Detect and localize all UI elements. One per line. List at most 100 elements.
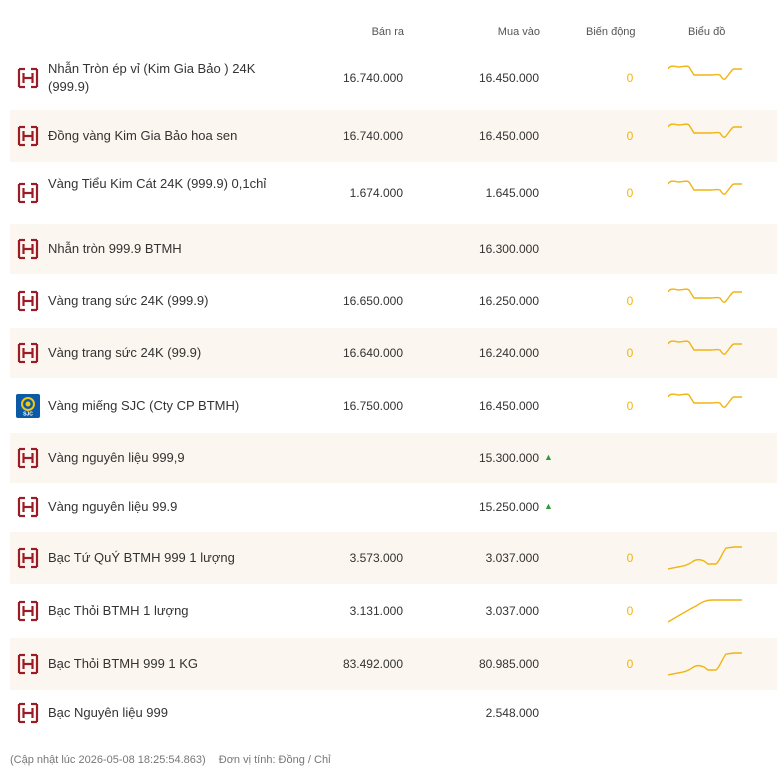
price-change: 0 (626, 399, 634, 413)
up-arrow-icon: ▲ (544, 452, 553, 462)
table-footer: (Cập nhật lúc 2026-05-08 18:25:54.863) Đ… (10, 754, 331, 766)
product-name: Bạc Thỏi BTMH 999 1 KG (48, 656, 199, 671)
updated-time: (Cập nhật lúc 2026-05-08 18:25:54.863) (10, 754, 206, 766)
buy-price: 80.985.000 (478, 657, 539, 671)
gold-price-table: Bán ra Mua vào Biến động Biểu đồ Nhẫn Tr… (0, 0, 778, 781)
sparkline-line (668, 546, 742, 570)
sparkline-chart[interactable] (668, 286, 746, 316)
price-change: 0 (626, 657, 634, 671)
price-change: 0 (626, 346, 634, 360)
sparkline-line (668, 288, 742, 303)
price-change: 0 (626, 604, 634, 618)
sell-price: 16.740.000 (342, 71, 403, 85)
sparkline-chart[interactable] (668, 543, 746, 573)
product-name: Nhẫn tròn 999.9 BTMH (48, 241, 182, 256)
sell-price: 16.640.000 (342, 346, 403, 360)
table-row[interactable]: Bạc Thỏi BTMH 999 1 KG 83.492.000 80.985.0… (10, 638, 777, 690)
sjc-logo-icon: SJC (16, 394, 40, 418)
buy-price: 15.250.000 (478, 500, 539, 514)
header-buy: Mua vào (497, 26, 540, 38)
product-name: Vàng trang sức 24K (999.9) (48, 293, 209, 308)
table-header: Bán ra Mua vào Biến động Biểu đồ (0, 0, 778, 52)
sparkline-line (668, 393, 742, 408)
table-row[interactable]: Bạc Nguyên liệu 999 2.548.000 (10, 691, 777, 735)
header-sell: Bán ra (371, 26, 404, 38)
btmh-logo-icon (16, 546, 40, 570)
product-name: Đồng vàng Kim Gia Bảo hoa sen (48, 128, 238, 143)
table-row[interactable]: Nhẫn tròn 999.9 BTMH 16.300.000 (10, 224, 777, 274)
sparkline-chart[interactable] (668, 178, 746, 208)
sell-price: 16.750.000 (342, 399, 403, 413)
table-row[interactable]: Bạc Thỏi BTMH 1 lượng 3.131.000 3.037.000 0 (10, 586, 777, 636)
buy-price: 1.645.000 (485, 186, 539, 200)
unit-note: Đơn vị tính: Đồng / Chỉ (218, 754, 331, 766)
product-name: Vàng trang sức 24K (99.9) (48, 345, 202, 360)
buy-price: 16.300.000 (478, 242, 539, 256)
sparkline-line (668, 652, 742, 676)
sell-price: 1.674.000 (349, 186, 403, 200)
btmh-logo-icon (16, 652, 40, 676)
sparkline-chart[interactable] (668, 649, 746, 679)
buy-price: 15.300.000 (478, 451, 539, 465)
btmh-logo-icon (16, 599, 40, 623)
product-name: Vàng Tiểu Kim Cát 24K (999.9) 0,1chỉ (48, 176, 267, 191)
btmh-logo-icon (16, 66, 40, 90)
sell-price: 16.650.000 (342, 294, 403, 308)
product-name: Bạc Thỏi BTMH 1 lượng (48, 603, 189, 618)
sell-price: 3.131.000 (349, 604, 403, 618)
table-row[interactable]: Đồng vàng Kim Gia Bảo hoa sen 16.740.000 1… (10, 110, 777, 162)
btmh-logo-icon (16, 495, 40, 519)
buy-price: 16.250.000 (478, 294, 539, 308)
table-row[interactable]: SJC Vàng miếng SJC (Cty CP BTMH) 16.750.00… (10, 380, 777, 432)
up-arrow-icon: ▲ (544, 501, 553, 511)
sparkline-line (668, 340, 742, 355)
product-name: Vàng miếng SJC (Cty CP BTMH) (48, 398, 240, 413)
price-change: 0 (626, 294, 634, 308)
sell-price: 16.740.000 (342, 129, 403, 143)
buy-price: 3.037.000 (485, 551, 539, 565)
product-name: Bạc Nguyên liệu 999 (48, 705, 168, 720)
header-change: Biến động (586, 26, 636, 38)
table-row[interactable]: Vàng nguyên liệu 999,9 15.300.000 ▲ (10, 433, 777, 483)
btmh-logo-icon (16, 701, 40, 725)
btmh-logo-icon (16, 237, 40, 261)
svg-text:SJC: SJC (23, 412, 33, 418)
sell-price: 83.492.000 (342, 657, 403, 671)
btmh-logo-icon (16, 446, 40, 470)
table-row[interactable]: Vàng Tiểu Kim Cát 24K (999.9) 0,1chỉ 1.67… (10, 163, 777, 223)
price-change: 0 (626, 71, 634, 85)
table-row[interactable]: Nhẫn Tròn ép vỉ (Kim Gia Bảo ) 24K (999.… (10, 52, 777, 104)
price-change: 0 (626, 551, 634, 565)
header-chart: Biểu đồ (688, 26, 726, 38)
sell-price: 3.573.000 (349, 551, 403, 565)
btmh-logo-icon (16, 289, 40, 313)
product-name: Bạc Tứ QuÝ BTMH 999 1 lượng (48, 550, 235, 565)
sparkline-line (668, 65, 742, 80)
sparkline-line (668, 180, 742, 195)
product-name: Vàng nguyên liệu 999,9 (48, 450, 185, 465)
price-change: 0 (626, 129, 634, 143)
table-row[interactable]: Bạc Tứ QuÝ BTMH 999 1 lượng 3.573.000 3.03… (10, 532, 777, 584)
buy-price: 3.037.000 (485, 604, 539, 618)
product-name: Nhẫn Tròn ép vỉ (Kim Gia Bảo ) 24K (999.… (48, 61, 256, 94)
btmh-logo-icon (16, 181, 40, 205)
sparkline-line (668, 123, 742, 138)
table-row[interactable]: Vàng trang sức 24K (999.9) 16.650.000 16.2… (10, 276, 777, 326)
buy-price: 16.450.000 (478, 399, 539, 413)
product-name: Vàng nguyên liệu 99.9 (48, 499, 178, 514)
sparkline-chart[interactable] (668, 121, 746, 151)
btmh-logo-icon (16, 341, 40, 365)
sparkline-chart[interactable] (668, 63, 746, 93)
btmh-logo-icon (16, 124, 40, 148)
buy-price: 16.240.000 (478, 346, 539, 360)
buy-price: 16.450.000 (478, 129, 539, 143)
sparkline-chart[interactable] (668, 596, 746, 626)
buy-price: 16.450.000 (478, 71, 539, 85)
price-change: 0 (626, 186, 634, 200)
table-row[interactable]: Vàng trang sức 24K (99.9) 16.640.000 16.24… (10, 328, 777, 378)
sparkline-chart[interactable] (668, 338, 746, 368)
buy-price: 2.548.000 (485, 706, 539, 720)
sparkline-chart[interactable] (668, 391, 746, 421)
table-row[interactable]: Vàng nguyên liệu 99.9 15.250.000 ▲ (10, 484, 777, 530)
sparkline-line (668, 599, 742, 623)
